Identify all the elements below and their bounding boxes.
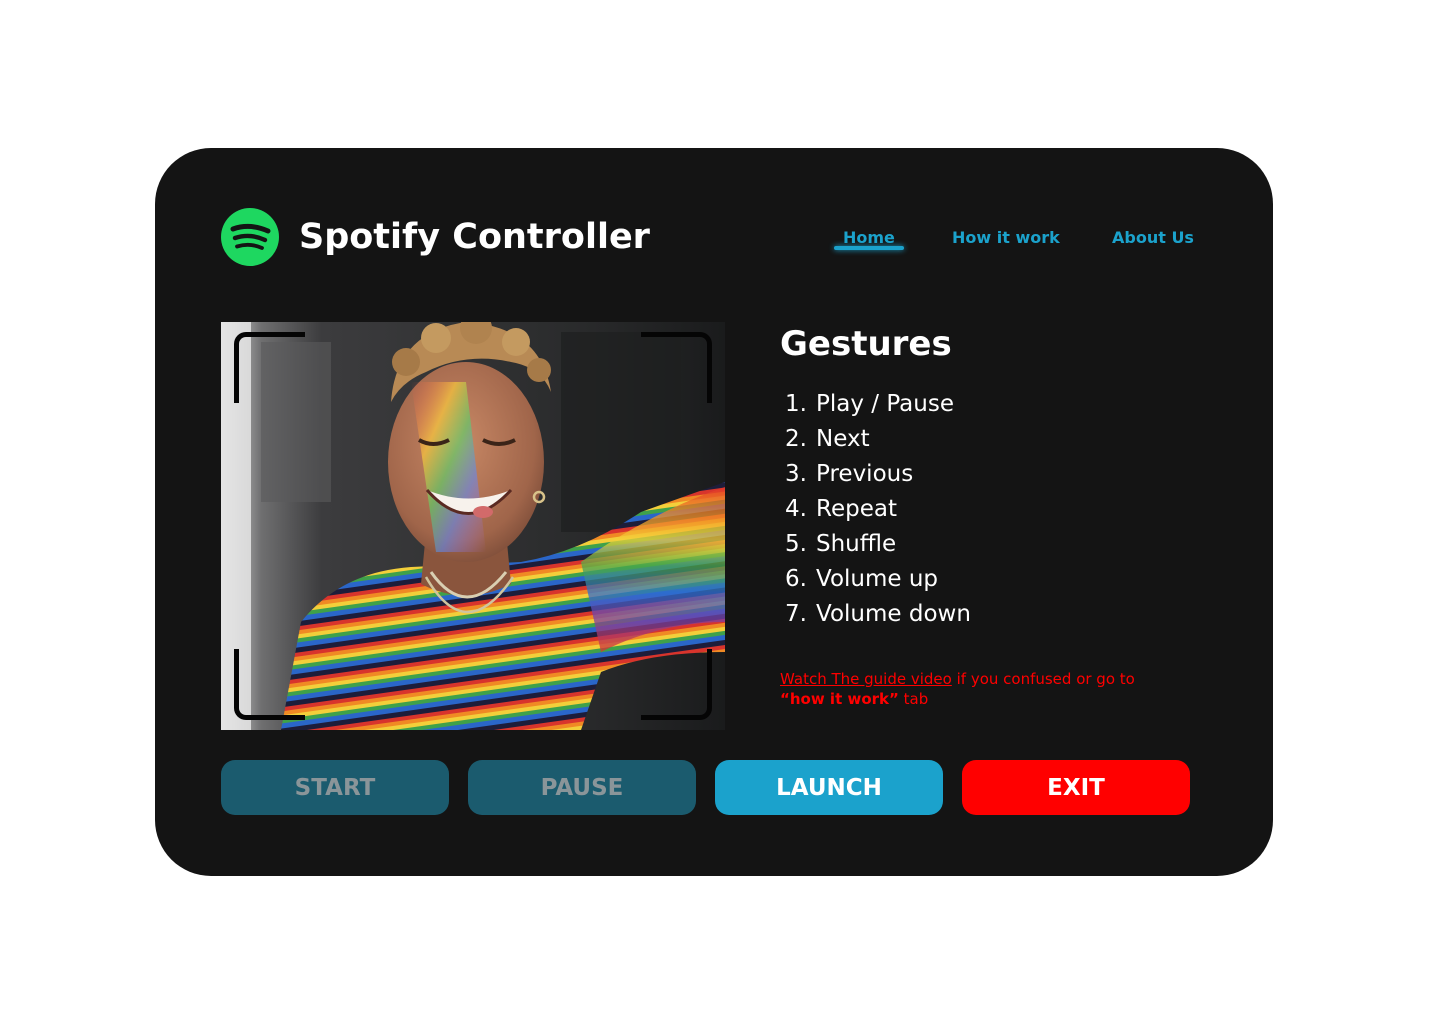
- gesture-number: 7.: [785, 601, 807, 627]
- gesture-number: 1.: [785, 391, 807, 417]
- nav-how-it-work[interactable]: How it work: [952, 227, 1060, 249]
- gestures-title: Gestures: [780, 324, 952, 364]
- launch-button[interactable]: LAUNCH: [715, 760, 943, 815]
- gesture-item: 4. Repeat: [785, 492, 971, 527]
- gesture-label: Volume down: [816, 601, 971, 627]
- hint-middle-text: if you confused or go to: [951, 670, 1135, 688]
- gesture-item: 7. Volume down: [785, 597, 971, 632]
- app-window: Spotify Controller Home How it work Abou…: [155, 148, 1273, 876]
- gesture-item: 2. Next: [785, 422, 971, 457]
- gesture-label: Shuffle: [816, 531, 897, 557]
- pause-button[interactable]: PAUSE: [468, 760, 696, 815]
- gesture-item: 1. Play / Pause: [785, 387, 971, 422]
- gesture-number: 4.: [785, 496, 807, 522]
- gesture-number: 6.: [785, 566, 807, 592]
- gesture-label: Next: [816, 426, 870, 452]
- nav-active-indicator: [834, 246, 904, 250]
- gesture-number: 5.: [785, 531, 807, 557]
- gesture-list: 1. Play / Pause 2. Next 3. Previous 4. Repea…: [785, 387, 971, 632]
- gesture-number: 2.: [785, 426, 807, 452]
- gesture-label: Play / Pause: [816, 391, 954, 417]
- frame-corner-top-right: [641, 332, 712, 403]
- frame-corner-bottom-right: [641, 649, 712, 720]
- frame-corner-bottom-left: [234, 649, 305, 720]
- guide-video-link[interactable]: Watch The guide video: [780, 670, 952, 688]
- start-button[interactable]: START: [221, 760, 449, 815]
- gesture-number: 3.: [785, 461, 807, 487]
- gesture-item: 5. Shuffle: [785, 527, 971, 562]
- hint-suffix: tab: [898, 690, 929, 708]
- camera-preview: [221, 322, 725, 730]
- nav-about-us[interactable]: About Us: [1112, 227, 1194, 249]
- gesture-label: Volume up: [816, 566, 939, 592]
- gesture-label: Repeat: [816, 496, 897, 522]
- hint-tab-name: “how it work”: [780, 690, 899, 708]
- frame-corner-top-left: [234, 332, 305, 403]
- gesture-label: Previous: [816, 461, 914, 487]
- gesture-item: 6. Volume up: [785, 562, 971, 597]
- guide-hint: Watch The guide video if you confused or…: [780, 669, 1200, 709]
- gesture-item: 3. Previous: [785, 457, 971, 492]
- spotify-logo-icon: [221, 208, 279, 266]
- exit-button[interactable]: EXIT: [962, 760, 1190, 815]
- app-title: Spotify Controller: [299, 217, 650, 257]
